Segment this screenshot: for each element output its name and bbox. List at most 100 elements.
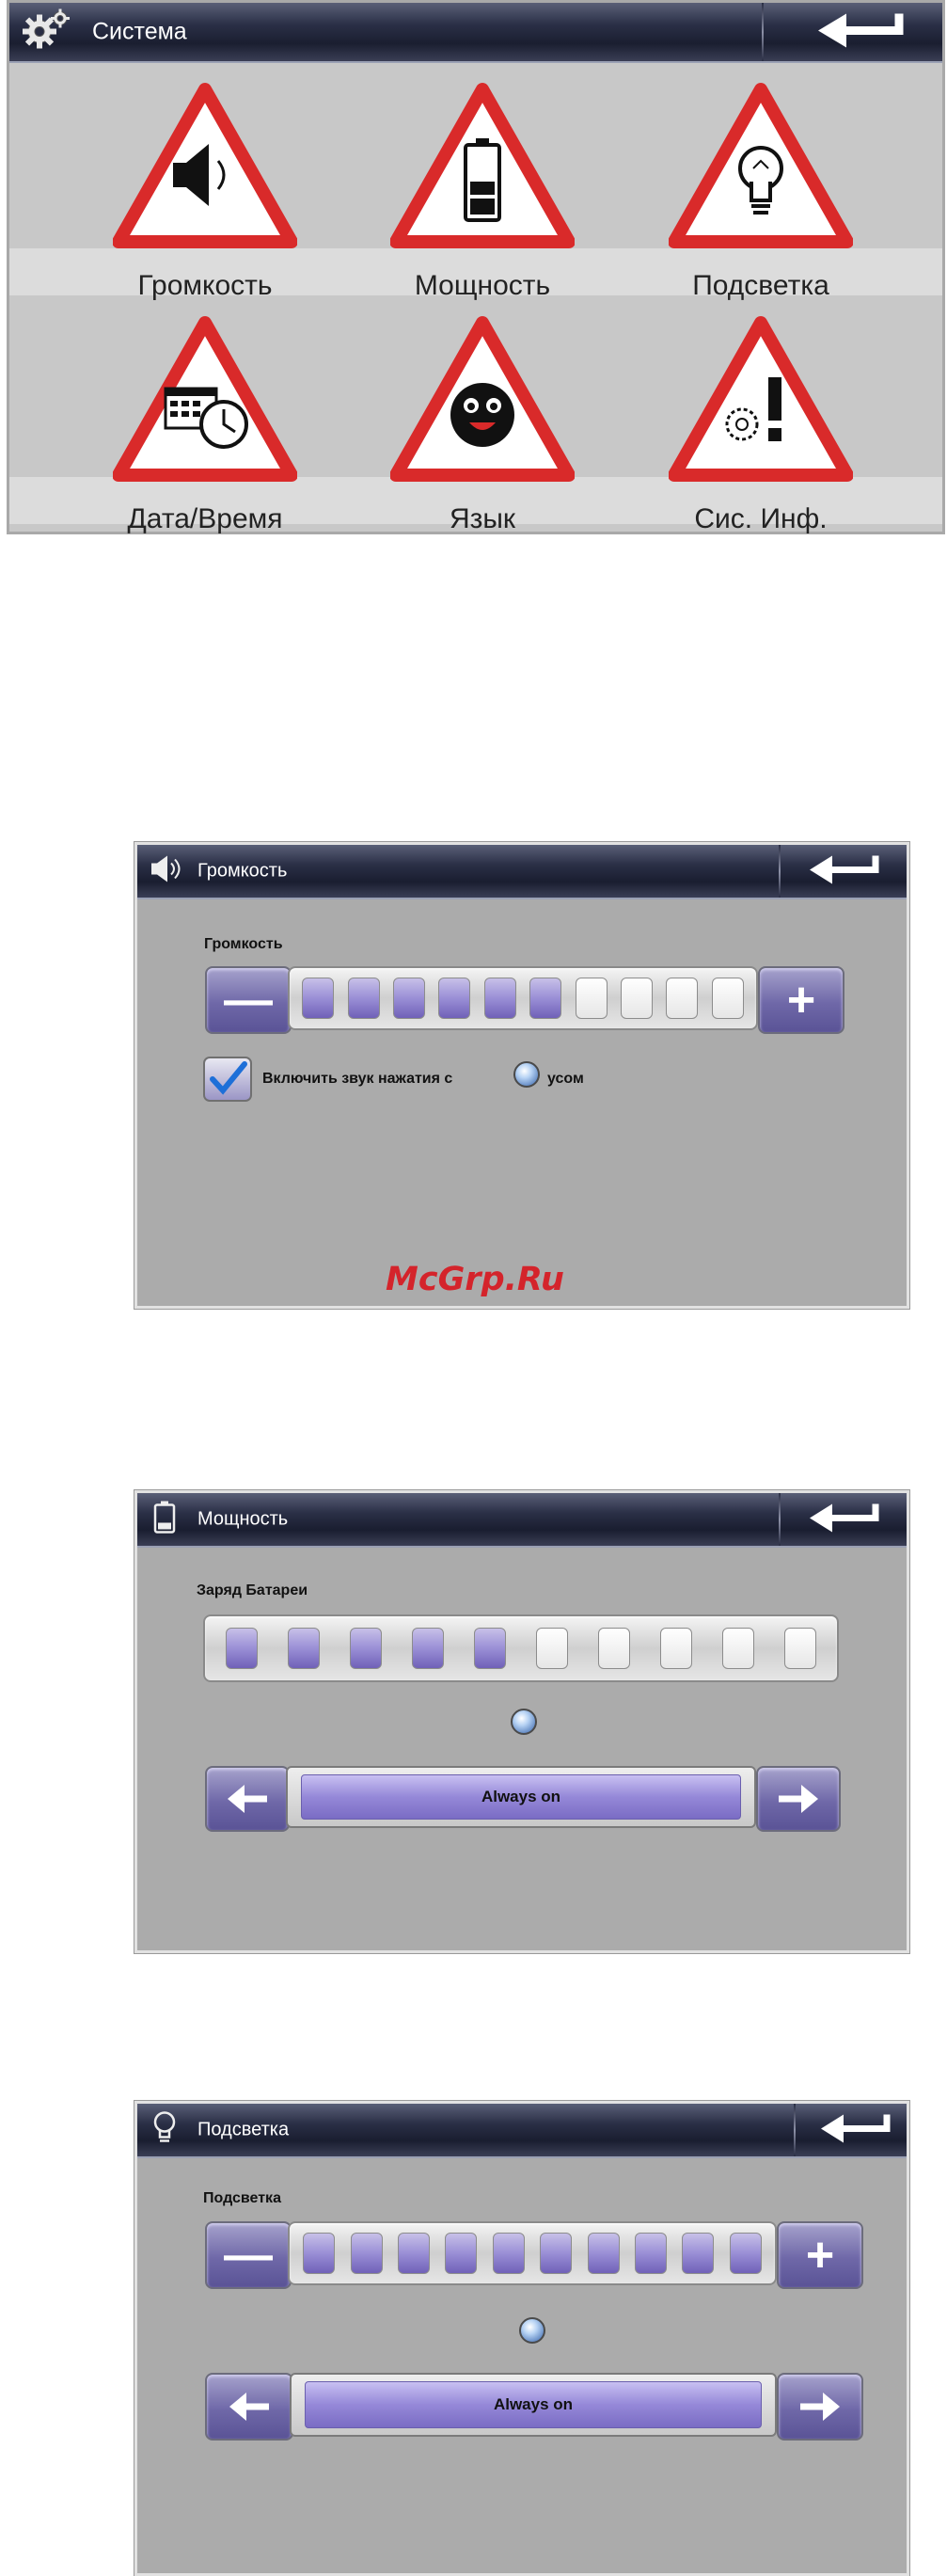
return-arrow-icon (818, 13, 904, 48)
power-mode-selector: Always on (286, 1766, 756, 1828)
battery-level-bar (203, 1614, 839, 1682)
cursor-orb (513, 1061, 540, 1088)
back-button[interactable] (807, 1502, 880, 1538)
return-arrow-icon (821, 2114, 891, 2143)
menu-item-label: Сис. Инф. (694, 503, 828, 534)
smiley-face-icon (390, 316, 575, 482)
level-segment (540, 2233, 573, 2274)
panel-title: Громкость (197, 860, 288, 882)
backlight-level-bar[interactable] (288, 2221, 777, 2285)
plus-icon: + (786, 973, 816, 1027)
arrow-left-icon (229, 2393, 269, 2421)
volume-decrease-button[interactable]: — (205, 966, 292, 1034)
return-arrow-icon (810, 1503, 879, 1533)
backlight-mode-value: Always on (305, 2381, 762, 2428)
watermark: McGrp.Ru (386, 1261, 564, 1298)
battery-icon (390, 83, 575, 248)
arrow-right-icon (779, 1785, 818, 1813)
menu-item-backlight[interactable]: Подсветка (620, 82, 902, 301)
system-title-bar: Система (9, 3, 942, 63)
menu-item-label: Дата/Время (127, 503, 283, 534)
menu-item-label: Подсветка (692, 270, 829, 301)
backlight-next-button[interactable] (777, 2373, 863, 2441)
level-segment (660, 1628, 692, 1669)
speaker-icon (113, 83, 297, 248)
gear-exclamation-icon (669, 316, 853, 482)
level-segment (529, 978, 562, 1019)
speaker-icon (149, 853, 186, 890)
level-segment (575, 978, 608, 1019)
level-segment (302, 978, 335, 1019)
level-segment (598, 1628, 630, 1669)
volume-panel: Громкость Громкость — + Включить звук на… (134, 842, 909, 1309)
backlight-prev-button[interactable] (205, 2373, 293, 2441)
volume-title-bar: Громкость (137, 845, 907, 899)
backlight-panel: Подсветка Подсветка — + Always on (134, 2101, 909, 2576)
battery-icon (152, 1501, 177, 1539)
panel-title: Мощность (197, 1508, 289, 1530)
back-button[interactable] (814, 10, 905, 55)
minus-icon: — (224, 973, 273, 1027)
battery-charge-label: Заряд Батареи (197, 1582, 308, 1598)
menu-item-language[interactable]: Язык (341, 315, 623, 534)
menu-item-datetime[interactable]: Дата/Время (64, 315, 346, 534)
level-segment (392, 978, 425, 1019)
level-segment (620, 978, 653, 1019)
level-segment (347, 978, 380, 1019)
menu-item-power[interactable]: Мощность (341, 82, 623, 301)
level-segment (412, 1628, 444, 1669)
level-segment (303, 2233, 336, 2274)
key-sound-label-tail: усом (547, 1071, 584, 1087)
gear-icon (23, 8, 71, 56)
back-button[interactable] (818, 2112, 892, 2149)
volume-label: Громкость (204, 936, 283, 952)
level-segment (682, 2233, 715, 2274)
volume-level-bar[interactable] (288, 966, 758, 1030)
level-segment (666, 978, 699, 1019)
level-segment (722, 1628, 754, 1669)
level-segment (288, 1628, 320, 1669)
minus-icon: — (224, 2228, 273, 2282)
volume-increase-button[interactable]: + (758, 966, 844, 1034)
menu-item-label: Мощность (414, 270, 551, 301)
menu-item-volume[interactable]: Громкость (64, 82, 346, 301)
menu-item-label: Громкость (137, 270, 273, 301)
key-sound-label: Включить звук нажатия с (262, 1071, 453, 1087)
level-segment (397, 2233, 430, 2274)
level-segment (350, 2233, 383, 2274)
plus-icon: + (805, 2228, 835, 2282)
panel-title: Подсветка (197, 2119, 290, 2140)
power-next-button[interactable] (756, 1766, 841, 1832)
power-panel: Мощность Заряд Батареи Always on (134, 1490, 909, 1953)
level-segment (350, 1628, 382, 1669)
back-button[interactable] (807, 853, 880, 890)
cursor-orb (519, 2317, 545, 2344)
calendar-clock-icon (113, 316, 297, 482)
backlight-title-bar: Подсветка (137, 2104, 907, 2158)
level-segment (492, 2233, 525, 2274)
level-segment (483, 978, 516, 1019)
menu-item-system-info[interactable]: Сис. Инф. (620, 315, 902, 534)
level-segment (634, 2233, 667, 2274)
key-sound-checkbox[interactable] (203, 1057, 252, 1102)
level-segment (784, 1628, 816, 1669)
menu-item-label: Язык (449, 503, 516, 534)
arrow-right-icon (800, 2393, 840, 2421)
backlight-label: Подсветка (203, 2190, 281, 2206)
checkmark-icon (210, 1061, 247, 1095)
cursor-orb (511, 1709, 537, 1735)
level-segment (445, 2233, 478, 2274)
backlight-increase-button[interactable]: + (777, 2221, 863, 2289)
backlight-decrease-button[interactable]: — (205, 2221, 292, 2289)
backlight-mode-selector: Always on (290, 2373, 777, 2437)
title-divider (779, 845, 781, 898)
power-prev-button[interactable] (205, 1766, 290, 1832)
system-menu-screen: Система Громкость Мощность Подсветка Дат… (7, 0, 945, 534)
lightbulb-icon (669, 83, 853, 248)
level-segment (226, 1628, 258, 1669)
page-title: Система (92, 18, 187, 45)
title-divider (762, 3, 764, 61)
level-segment (536, 1628, 568, 1669)
return-arrow-icon (810, 855, 879, 884)
title-divider (794, 2104, 796, 2156)
